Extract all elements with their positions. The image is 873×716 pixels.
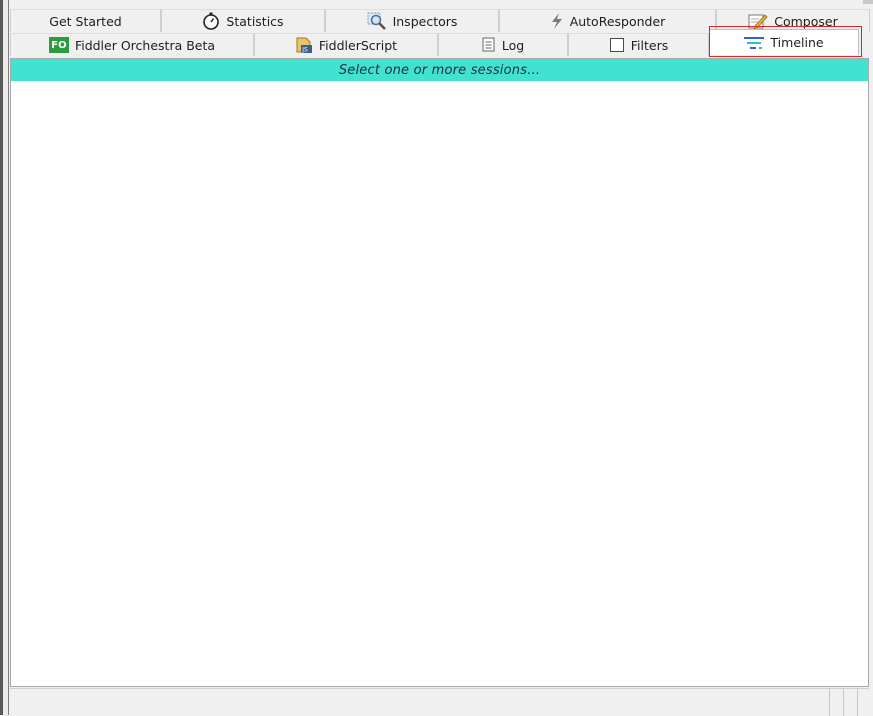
checkbox-icon	[609, 37, 625, 53]
pencil-note-icon	[748, 12, 768, 30]
log-icon	[482, 37, 496, 53]
tab-label: Get Started	[49, 13, 122, 29]
lightning-icon	[550, 12, 564, 30]
tab-get-started[interactable]: Get Started	[10, 9, 161, 32]
tab-label: AutoResponder	[569, 13, 666, 29]
status-bar	[10, 688, 869, 716]
splitter-grip	[0, 0, 3, 715]
tab-label: Inspectors	[392, 13, 458, 29]
tab-label: FiddlerScript	[318, 37, 398, 53]
left-splitter[interactable]	[0, 0, 9, 715]
tab-timeline[interactable]: Timeline	[709, 29, 859, 55]
status-separator	[843, 689, 844, 716]
magnifier-icon	[367, 12, 387, 30]
svg-text:JS: JS	[301, 47, 308, 54]
tab-autoresponder[interactable]: AutoResponder	[499, 9, 716, 32]
tab-strip: Get Started Statistics Inspectors AutoRe…	[10, 9, 870, 57]
timeline-banner: Select one or more sessions...	[11, 59, 868, 81]
tab-statistics[interactable]: Statistics	[161, 9, 325, 32]
script-js-icon: JS	[295, 36, 313, 54]
status-separator	[857, 689, 858, 716]
tab-label: Statistics	[226, 13, 284, 29]
tab-log[interactable]: Log	[438, 33, 568, 56]
timeline-icon	[744, 36, 765, 50]
tab-label: Filters	[630, 37, 669, 53]
banner-text: Select one or more sessions...	[338, 62, 541, 78]
status-separator	[829, 689, 830, 716]
stopwatch-icon	[202, 12, 220, 30]
tab-inspectors[interactable]: Inspectors	[325, 9, 499, 32]
tab-fiddler-orchestra[interactable]: FO Fiddler Orchestra Beta	[10, 33, 254, 56]
fo-badge-icon: FO	[48, 37, 69, 53]
tab-label: Log	[501, 37, 525, 53]
tab-label: Timeline	[770, 35, 824, 50]
tab-fiddlerscript[interactable]: JS FiddlerScript	[254, 33, 438, 56]
tab-label: Fiddler Orchestra Beta	[74, 37, 216, 53]
timeline-panel: Select one or more sessions...	[10, 58, 869, 687]
tab-label: Composer	[774, 13, 838, 29]
tab-filters[interactable]: Filters	[568, 33, 709, 56]
corner-mark	[863, 0, 873, 4]
